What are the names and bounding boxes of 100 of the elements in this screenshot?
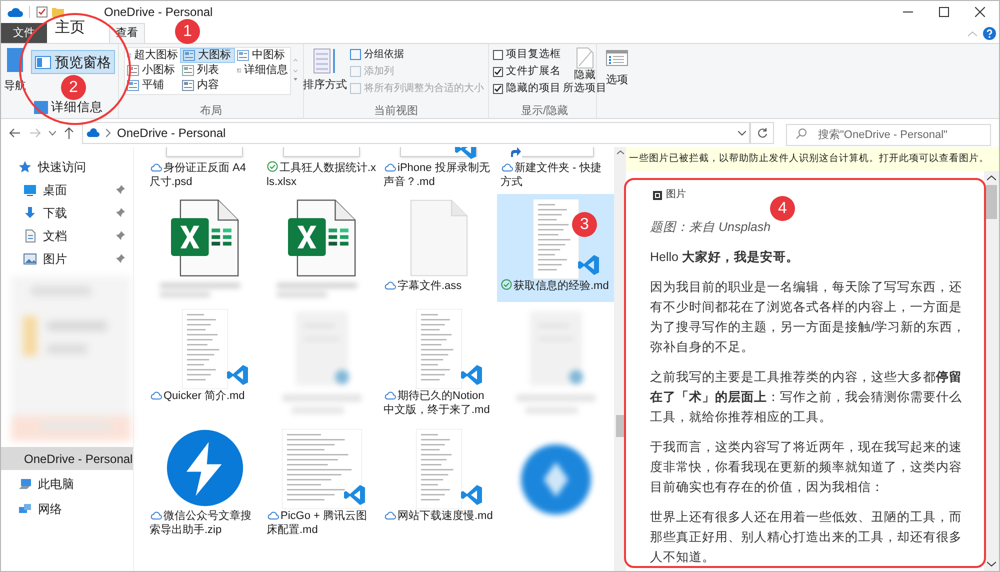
up-icon[interactable] (64, 127, 74, 139)
details-pane-button[interactable]: 详细信息 (31, 98, 115, 117)
file-item[interactable]: 字幕文件.ass (380, 194, 497, 302)
sidebar-item[interactable]: 下载 (1, 201, 133, 224)
layout-option[interactable]: 大图标 (180, 48, 235, 63)
scrollbar-thumb[interactable] (616, 415, 624, 437)
scroll-down-icon[interactable] (987, 561, 996, 567)
view-option[interactable]: 分组依据 (350, 47, 484, 62)
cloud-icon (150, 511, 162, 520)
checkbox-option[interactable]: 隐藏的项目 (493, 81, 561, 96)
close-icon[interactable] (975, 7, 985, 17)
file-name: 新建文件夹 - 快捷方式 (500, 161, 602, 189)
cloud-icon (7, 6, 23, 18)
layout-option[interactable]: 小图标 (125, 63, 180, 78)
layout-option[interactable]: 平铺 (125, 78, 180, 93)
hide-selected-button[interactable]: 隐藏 所选项目 (563, 47, 607, 104)
cloud-icon (384, 281, 396, 290)
blank-file-icon (410, 199, 468, 277)
callout-number: 4 (770, 196, 795, 221)
spreadsheet-file-icon (288, 199, 356, 277)
paragraph: Hello 大家好，我是安哥。 (650, 249, 800, 266)
pane-icon (35, 56, 51, 68)
scroll-up-icon[interactable] (987, 175, 996, 181)
view-icon (182, 65, 194, 76)
image-alt-text: 图片 (666, 188, 686, 202)
view-icon (182, 80, 194, 91)
file-item[interactable]: 身份证正反面 A4 尺寸.psd (146, 147, 263, 192)
pin-icon[interactable] (116, 254, 125, 263)
chevron-icon (106, 129, 111, 137)
sidebar-item[interactable]: 桌面 (1, 178, 133, 201)
computer-icon (18, 476, 32, 490)
preview-pane-button[interactable]: 预览窗格 (31, 50, 115, 74)
page-icon (576, 47, 594, 69)
path-text: OneDrive - Personal (117, 125, 227, 142)
maximize-icon[interactable] (939, 7, 949, 17)
file-item[interactable]: Quicker 简介.md (146, 304, 263, 422)
back-icon[interactable] (9, 128, 21, 138)
file-item[interactable]: 新建文件夹 - 快捷方式 (497, 147, 614, 192)
file-item[interactable]: 工具狂人数据统计.xls.xlsx (263, 147, 380, 192)
desktop-icon (23, 182, 37, 196)
file-item[interactable]: 网站下载速度慢.md (380, 424, 497, 542)
file-name: 微信公众号文章搜索导出助手.zip (150, 509, 252, 537)
sidebar-item[interactable]: 网络 (1, 497, 133, 520)
network-icon (18, 502, 32, 516)
layout-option[interactable]: 中图标 (235, 48, 290, 63)
file-item[interactable]: iPhone 投屏录制无声音？.md (380, 147, 497, 192)
address-bar[interactable]: OneDrive - Personal (82, 122, 750, 144)
pin-icon[interactable] (116, 208, 125, 217)
sidebar-item[interactable]: 此电脑 (1, 472, 133, 495)
layout-option[interactable]: 详细信息 (235, 63, 290, 78)
window-title: OneDrive - Personal (104, 4, 213, 21)
file-name: 网站下载速度慢.md (384, 509, 494, 523)
checkbox[interactable] (493, 66, 503, 76)
layout-option[interactable]: 超大图标 (125, 48, 180, 63)
refresh-icon (756, 128, 768, 138)
dropdown-icon[interactable] (49, 130, 56, 136)
checklist-icon[interactable] (36, 6, 48, 18)
checkbox[interactable] (493, 50, 503, 60)
checkbox-option[interactable]: 项目复选框 (493, 47, 561, 62)
checkbox-option[interactable]: 文件扩展名 (493, 64, 561, 79)
paragraph: 之前我写的主要是工具推荐类的内容，这些大多都停留在了「术」的层面上：写作之前，我会猜测你需要什么工具，就给你推荐相应的工具。 (650, 369, 963, 426)
pane-icon (7, 48, 23, 72)
dropdown-icon[interactable] (738, 130, 746, 136)
lightning-app-icon (166, 429, 244, 507)
group-label: 布局 (199, 104, 223, 118)
cloud-icon (384, 163, 396, 172)
file-name: iPhone 投屏录制无声音？.md (384, 161, 491, 189)
scrollbar-thumb[interactable] (986, 185, 997, 219)
checkbox[interactable] (493, 84, 503, 94)
file-name: Quicker 简介.md (150, 389, 260, 403)
help-icon[interactable] (983, 27, 996, 40)
file-item[interactable]: 微信公众号文章搜索导出助手.zip (146, 424, 263, 542)
sort-button[interactable]: 排序方式 (304, 47, 346, 104)
caption: 题图：来自 Unsplash (650, 219, 772, 236)
sidebar-item[interactable]: 文档 (1, 224, 133, 247)
scroll-up-icon[interactable] (616, 150, 624, 155)
cloud-icon (86, 128, 100, 138)
search-icon (796, 128, 807, 139)
broken-image-icon (653, 190, 662, 200)
file-name: 身份证正反面 A4 尺寸.psd (150, 161, 248, 189)
sidebar-item[interactable]: 图片 (1, 247, 133, 270)
file-item[interactable]: 期待已久的Notion中文版，终于来了.md (380, 304, 497, 422)
sidebar-item[interactable]: 快速访问 (1, 155, 133, 178)
sidebar-item[interactable]: OneDrive - Personal (1, 447, 133, 470)
pin-icon[interactable] (116, 185, 125, 194)
paragraph: 于我而言，这类内容写了将近两年，现在我写起来的速度非常快，你看我现在更新的频率就知道了，这类内容目前确实也有存在的价值，因为我相信： (650, 439, 963, 496)
file-name: 字幕文件.ass (384, 279, 494, 293)
options-icon (606, 50, 628, 66)
file-item[interactable]: PicGo + 腾讯云图床配置.md (263, 424, 380, 542)
layout-option[interactable]: 内容 (180, 78, 235, 93)
file-name: 工具狂人数据统计.xls.xlsx (266, 161, 376, 189)
ribbon-tab[interactable]: 主页 (47, 17, 93, 37)
info-bar[interactable]: 一些图片已被拦截，以帮助防止发件人识别这台计算机。打开此项可以查看图片。 (626, 147, 999, 171)
cloud-icon (500, 163, 512, 172)
search-field[interactable]: 搜索"OneDrive - Personal" (786, 124, 991, 146)
refresh-button[interactable] (750, 122, 774, 144)
code-editor-icon (460, 363, 484, 387)
layout-option[interactable]: 列表 (180, 63, 235, 78)
pin-icon[interactable] (116, 231, 125, 240)
sort-icon (313, 47, 337, 75)
